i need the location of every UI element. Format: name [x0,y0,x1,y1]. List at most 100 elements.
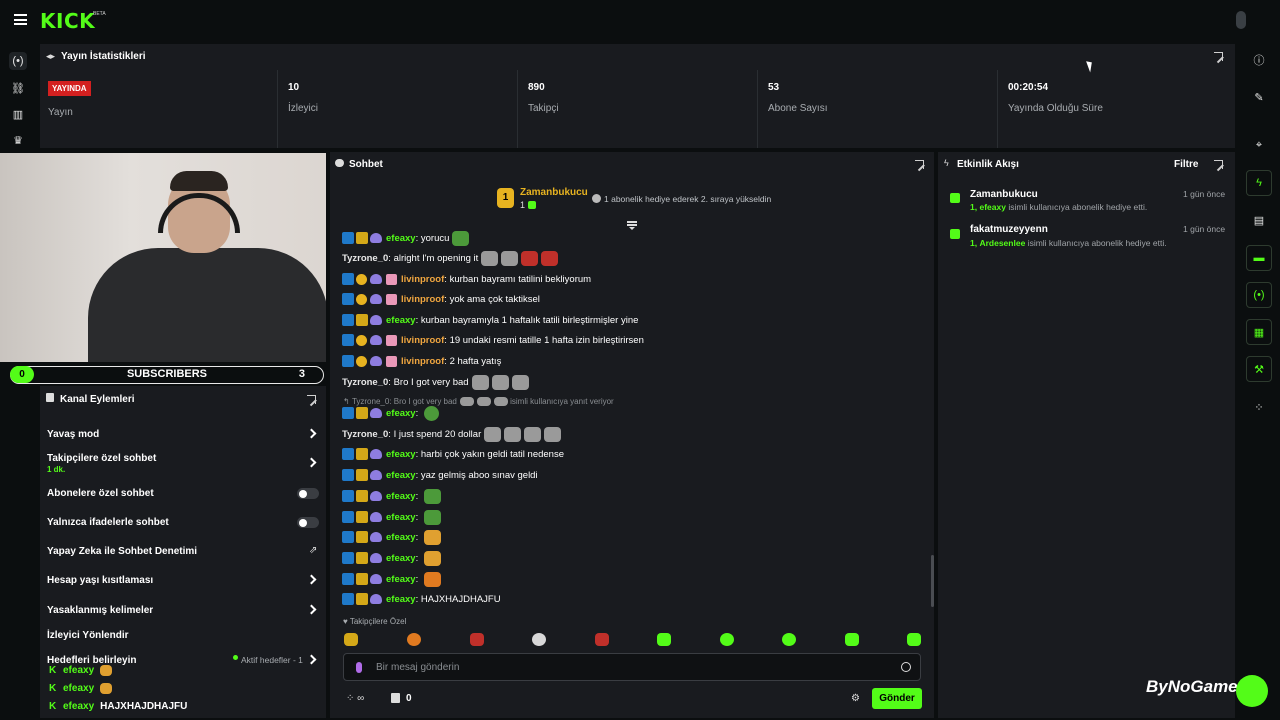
emote-icon[interactable] [595,633,609,646]
emote-icon[interactable] [657,633,671,646]
actions-icon [46,393,54,402]
chat-message: efeaxy: [342,405,439,421]
chat-message: efeaxy: kurban bayramıyla 1 haftalık tat… [342,313,638,327]
chat-input-placeholder: Bir mesaj gönderin [376,662,460,673]
activity-time: 1 gün önce [1183,224,1226,234]
chat-message: efeaxy: [342,488,441,504]
emote-icon[interactable] [407,633,421,646]
layout-icon[interactable]: ▦ [1246,319,1272,345]
share-icon[interactable]: ⁘ [1246,394,1272,420]
link-icon[interactable]: ⛓ [9,79,27,97]
uptime-value: 00:20:54 [1008,82,1049,93]
followers-label: Takipçi [528,103,559,114]
account-age-label[interactable]: Hesap yaşı kısıtlaması [47,575,153,586]
sub-goal-bar: 0 SUBSCRIBERS 3 [10,366,324,384]
followers-value: 890 [528,82,545,93]
redirect-label[interactable]: İzleyici Yönlendir [47,630,129,641]
gift-icon [950,193,960,203]
chat-input[interactable]: Bir mesaj gönderin [343,653,921,681]
subscribers-stat: 53 Abone Sayısı [757,70,997,148]
viewers-value: 10 [288,82,300,93]
chat-bubble-icon[interactable]: ▬ [1246,245,1272,271]
points-icon[interactable]: ⁘ ∞ [346,693,364,704]
chat-message: efeaxy: HAJXHAJDHAJFU [342,592,501,606]
active-dot [233,655,238,660]
subs-only-toggle[interactable] [297,488,319,499]
kick-logo[interactable]: KICK [40,9,95,33]
emotes-only-toggle[interactable] [297,517,319,528]
subscribers-label: Abone Sayısı [768,103,828,114]
emote-icon[interactable] [344,633,358,646]
goal-user: efeaxy [63,665,95,677]
activity-feed-panel [938,152,1235,718]
filter-button[interactable]: Filtre [1174,159,1198,170]
chat-message: livinproof: yok ama çok taktiksel [342,292,540,306]
kick-badge-icon: K [49,683,57,695]
uptime-stat: 00:20:54 Yayında Olduğu Süre [997,70,1235,148]
chat-message: efeaxy: yaz gelmiş aboo sınav geldi [342,468,538,482]
emote-icon[interactable] [532,633,546,646]
chat-message: livinproof: 2 hafta yatış [342,354,501,368]
emotes-only-label: Yalnızca ifadelerle sohbet [47,517,169,528]
store-icon[interactable] [391,693,400,703]
pinned-message: 1 abonelik hediye ederek 2. sıraya yükse… [604,194,772,204]
document-icon[interactable]: ▤ [1246,207,1272,233]
followers-only-label[interactable]: Takipçilere özel sohbet [47,453,156,464]
emote-icon[interactable] [782,633,796,646]
webcam-video [0,153,326,362]
activity-desc: 1, efeaxy isimli kullanıcıya abonelik he… [970,202,1148,212]
mic-icon[interactable] [356,662,362,673]
trophy-icon[interactable]: ♛ [9,131,27,149]
info-icon[interactable]: ⓘ [1246,47,1272,73]
sub-goal-title: SUBSCRIBERS [126,368,208,380]
menu-icon[interactable] [14,14,27,25]
goal-row: Kefeaxy HAJXHAJDHAJFU [49,701,187,712]
scroll-down-icon[interactable] [627,221,637,223]
emote-icon[interactable] [907,633,921,646]
chat-icon [335,159,344,167]
reply-preview[interactable]: ↰ Tyzrone_0: Bro I got very bad isimli k… [343,396,614,406]
emote-icon[interactable] [720,633,734,646]
broadcast-icon[interactable]: (•) [9,52,27,70]
stats-icon: ◂▸ [46,51,56,61]
bolt-icon[interactable]: ϟ [1246,170,1272,196]
active-goals-label: Aktif hedefler - 1 [241,655,303,665]
chat-message: Tyzrone_0: alright I'm opening it [342,250,559,266]
popout-icon[interactable] [1214,52,1223,61]
gear-icon[interactable]: ⚙ [851,693,860,704]
external-chart-icon[interactable]: ⇗ [309,545,317,556]
activity-user: fakatmuzeyyenn [970,224,1048,235]
chat-message: efeaxy: [342,550,441,566]
followers-only-tag: ♥ Takipçilere Özel [343,617,407,626]
activity-popout-icon[interactable] [1214,160,1223,169]
channel-actions-popout-icon[interactable] [307,395,316,404]
chat-popout-icon[interactable] [915,160,924,169]
pinned-user: Zamanbukucu [520,187,588,198]
user-avatar[interactable] [1236,11,1246,29]
focus-icon[interactable]: ⌖ [1246,132,1272,158]
chat-title: Sohbet [349,159,383,170]
viewers-label: İzleyici [288,103,319,114]
info-icon [592,194,601,203]
sub-goal-target: 3 [298,368,305,380]
chat-message: livinproof: kurban bayramı tatilini bekl… [342,272,591,286]
emote-icon[interactable] [470,633,484,646]
top-bar: KICK BETA [0,0,1280,40]
chart-icon[interactable]: ▥ [9,105,27,123]
emoji-icon[interactable] [901,662,911,672]
ai-moderation-label[interactable]: Yapay Zeka ile Sohbet Denetimi [47,546,197,557]
broadcast-icon[interactable]: (•) [1246,282,1272,308]
followers-only-duration: 1 dk. [47,465,66,474]
slow-mode-label[interactable]: Yavaş mod [47,429,99,440]
goal-row: Kefeaxy [49,683,113,695]
emote-icon[interactable] [845,633,859,646]
pencil-icon[interactable]: ✎ [1246,84,1272,110]
gift-icon [528,201,536,209]
chat-scrollbar[interactable] [931,555,934,607]
chat-message: efeaxy: harbi çok yakın geldi tatil nede… [342,447,564,461]
wrench-icon[interactable]: ⚒ [1246,356,1272,382]
live-badge: YAYINDA [48,81,91,96]
banned-words-label[interactable]: Yasaklanmış kelimeler [47,605,153,616]
send-button[interactable]: Gönder [872,688,922,709]
chevron-down-icon[interactable] [629,227,635,230]
